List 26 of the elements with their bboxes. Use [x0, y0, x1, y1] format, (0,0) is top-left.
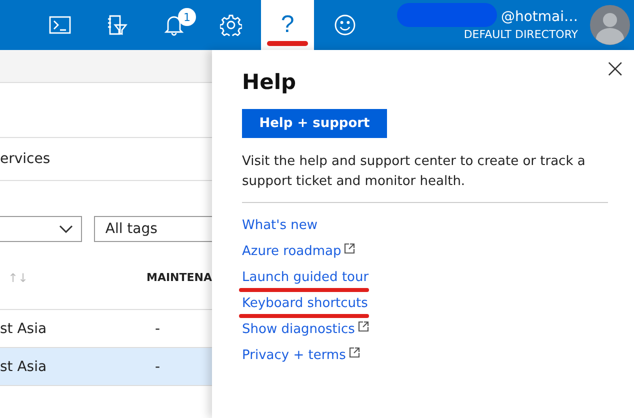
tab-label[interactable]: ervices [0, 151, 50, 167]
tags-filter[interactable]: All tags [94, 216, 212, 242]
directory-name: DEFAULT DIRECTORY [464, 28, 578, 41]
help-support-button[interactable]: Help + support [242, 109, 387, 138]
column-header[interactable]: MAINTENA [146, 271, 212, 284]
help-link[interactable]: What's new [242, 218, 318, 232]
close-button[interactable]: × [604, 58, 626, 80]
table-cell-text: st Asia [0, 320, 48, 336]
chevron-down-icon [59, 225, 74, 233]
settings-button[interactable] [218, 12, 244, 38]
account-email[interactable]: @hotmai… [500, 9, 578, 25]
table-cell: - [155, 320, 160, 336]
cloud-shell-button[interactable] [46, 14, 72, 36]
table-cell-text: st Asia [0, 358, 48, 374]
dropdown[interactable] [0, 216, 82, 242]
help-link[interactable]: Launch guided tour [242, 270, 369, 284]
description-text: Visit the help and support center to create or track a support ticket and monitor health. [242, 152, 608, 203]
panel-title: Help [242, 70, 296, 94]
help-link[interactable]: Azure roadmap [242, 244, 342, 258]
table-cell: - [155, 358, 160, 374]
notification-count-badge: 1 [178, 8, 196, 26]
help-link[interactable]: Privacy + terms [242, 348, 346, 362]
help-link[interactable]: Show diagnostics [242, 322, 355, 336]
avatar-icon[interactable] [590, 5, 630, 45]
table-row[interactable]: st Asia - [0, 348, 212, 386]
help-link[interactable]: Keyboard shortcuts [242, 296, 368, 310]
